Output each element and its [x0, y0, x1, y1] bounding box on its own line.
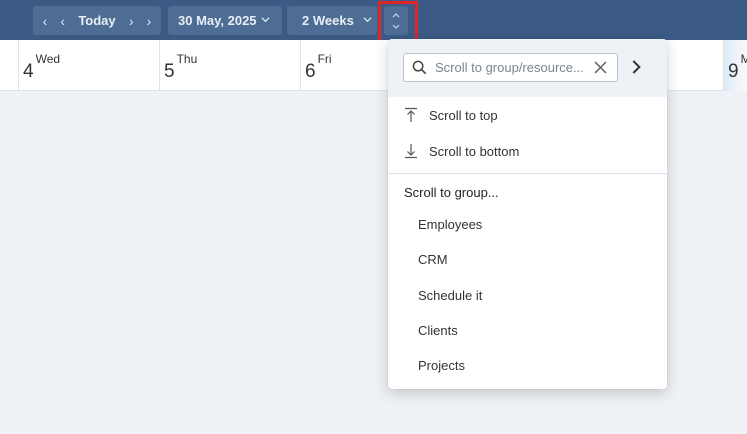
scroll-to-popup: Scroll to top Scroll to bottom Scroll to… [388, 39, 667, 389]
group-item-schedule-it[interactable]: Schedule it [418, 288, 482, 303]
up-down-chevron-icon [392, 12, 400, 29]
scroll-to-bottom-item[interactable]: Scroll to bottom [388, 134, 667, 168]
search-icon [412, 60, 427, 75]
chevron-left-icon[interactable]: ‹ [39, 13, 51, 29]
group-item-clients[interactable]: Clients [418, 323, 458, 338]
day-number: 5 [164, 61, 175, 82]
menu-item-label: Scroll to top [429, 107, 498, 123]
scroll-to-top-item[interactable]: Scroll to top [388, 98, 667, 132]
day-of-week: Wed [35, 52, 61, 66]
day-column-header: 6Fri [300, 40, 332, 91]
section-title: Scroll to group... [404, 185, 499, 200]
today-button[interactable]: Today [74, 13, 119, 28]
day-number: 4 [23, 61, 34, 82]
chevron-right-icon[interactable]: › [125, 13, 137, 29]
date-picker-button[interactable]: 30 May, 2025 [168, 6, 282, 35]
arrow-to-bottom-icon [405, 144, 417, 159]
close-icon[interactable] [594, 61, 607, 74]
chevron-left-icon[interactable]: ‹ [57, 13, 69, 29]
menu-item-label: Scroll to bottom [429, 143, 520, 159]
chevron-down-icon [261, 15, 270, 24]
day-number: 6 [305, 61, 316, 82]
range-select-button[interactable]: 2 Weeks [287, 6, 377, 35]
search-input[interactable] [435, 60, 585, 75]
day-of-week: Thu [176, 52, 198, 66]
date-navigation: ‹ ‹ Today › › [33, 6, 161, 35]
day-number: 9 [728, 61, 739, 82]
group-item-projects[interactable]: Projects [418, 358, 465, 373]
search-box [403, 53, 618, 82]
range-label: 2 Weeks [302, 13, 354, 28]
popup-search-area [388, 39, 667, 97]
chevron-right-icon[interactable] [629, 59, 643, 75]
date-label: 30 May, 2025 [178, 13, 257, 28]
day-column-header: 9M [723, 40, 747, 91]
day-column-header: 5Thu [159, 40, 197, 91]
scroll-to-button[interactable] [384, 6, 408, 35]
chevron-right-icon[interactable]: › [143, 13, 155, 29]
chevron-down-icon [363, 15, 372, 24]
group-item-crm[interactable]: CRM [418, 252, 448, 267]
day-of-week: Fri [317, 52, 332, 66]
divider [388, 173, 667, 174]
arrow-to-top-icon [405, 107, 417, 122]
day-of-week: M [740, 52, 747, 66]
toolbar: ‹ ‹ Today › › 30 May, 2025 2 Weeks [0, 0, 747, 40]
day-column-header: 4Wed [18, 40, 60, 91]
group-item-employees[interactable]: Employees [418, 217, 482, 232]
